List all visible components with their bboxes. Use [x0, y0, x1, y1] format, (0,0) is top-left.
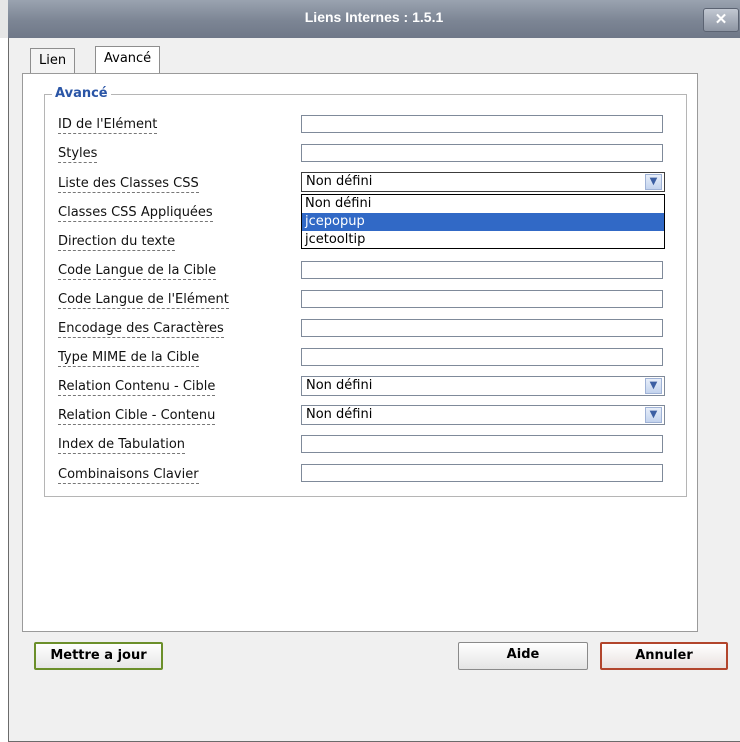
- css-class-select[interactable]: Non défini ▼: [301, 172, 665, 192]
- chevron-down-icon[interactable]: ▼: [645, 407, 662, 423]
- tab-label: Lien: [39, 53, 67, 68]
- charset-input[interactable]: [301, 319, 663, 337]
- label-tab-index: Index de Tabulation: [58, 437, 186, 454]
- access-keys-input[interactable]: [301, 464, 663, 482]
- label-rel-content-target: Relation Contenu - Cible: [58, 379, 216, 396]
- help-button[interactable]: Aide: [458, 642, 588, 670]
- cancel-button[interactable]: Annuler: [600, 642, 728, 670]
- label-rel-target-content: Relation Cible - Contenu: [58, 408, 216, 425]
- background-strip: [0, 0, 8, 38]
- chevron-down-icon[interactable]: ▼: [645, 378, 662, 394]
- rel-target-content-value: Non défini: [306, 407, 373, 422]
- tab-label: Avancé: [104, 51, 152, 66]
- target-lang-code-input[interactable]: [301, 261, 663, 279]
- target-mime-input[interactable]: [301, 348, 663, 366]
- chevron-down-icon[interactable]: ▼: [645, 174, 662, 190]
- label-css-class-list: Liste des Classes CSS: [58, 176, 199, 193]
- label-element-id: ID de l'Elément: [58, 117, 158, 134]
- dropdown-option[interactable]: Non défini: [302, 195, 664, 213]
- update-button[interactable]: Mettre a jour: [34, 642, 163, 670]
- window-title: Liens Internes : 1.5.1: [304, 9, 444, 25]
- close-icon: ✕: [714, 11, 728, 28]
- tab-avance[interactable]: Avancé: [95, 46, 161, 74]
- tab-index-input[interactable]: [301, 435, 663, 453]
- tab-lien[interactable]: Lien: [30, 48, 76, 74]
- label-target-mime: Type MIME de la Cible: [58, 350, 200, 367]
- element-id-input[interactable]: [301, 115, 663, 133]
- label-charset: Encodage des Caractères: [58, 321, 224, 338]
- title-bar[interactable]: Liens Internes : 1.5.1 ✕: [8, 0, 740, 39]
- dropdown-option[interactable]: jcetooltip: [302, 231, 664, 249]
- fieldset-legend: Avancé: [52, 86, 111, 101]
- styles-input[interactable]: [301, 144, 663, 162]
- label-text-direction: Direction du texte: [58, 234, 176, 251]
- rel-content-target-value: Non défini: [306, 378, 373, 393]
- label-styles: Styles: [58, 146, 98, 163]
- label-element-lang-code: Code Langue de l'Elément: [58, 292, 229, 309]
- label-applied-css-classes: Classes CSS Appliquées: [58, 205, 213, 222]
- close-button[interactable]: ✕: [703, 8, 739, 32]
- label-access-keys: Combinaisons Clavier: [58, 467, 199, 484]
- css-class-select-value: Non défini: [306, 174, 373, 189]
- css-class-dropdown[interactable]: Non défini jcepopup jcetooltip: [301, 194, 665, 249]
- dropdown-option-selected[interactable]: jcepopup: [302, 213, 664, 231]
- rel-content-target-select[interactable]: Non défini ▼: [301, 376, 665, 396]
- rel-target-content-select[interactable]: Non défini ▼: [301, 405, 665, 425]
- element-lang-code-input[interactable]: [301, 290, 663, 308]
- label-target-lang-code: Code Langue de la Cible: [58, 263, 217, 280]
